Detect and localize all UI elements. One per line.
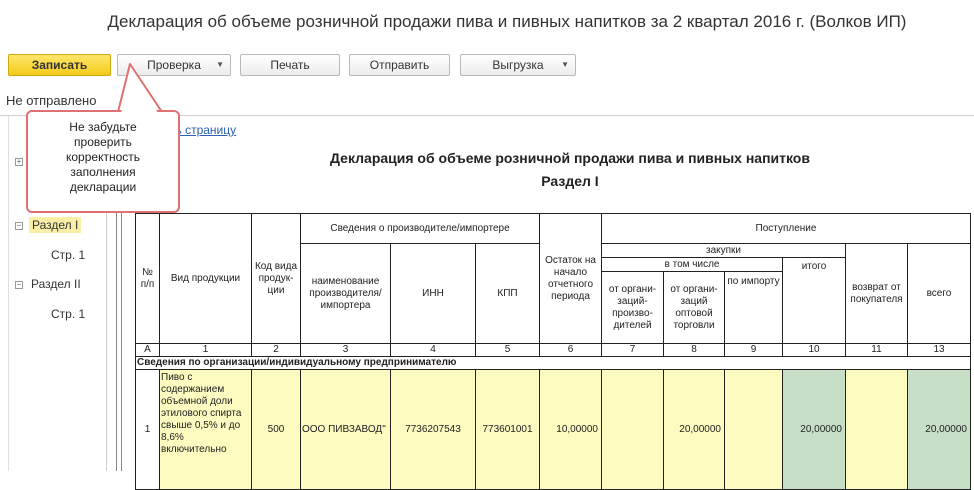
window-title: Декларация об объеме розничной продажи п… <box>107 12 907 31</box>
col-number: 1 <box>159 343 252 357</box>
header-return: возврат от покупателя <box>845 243 908 344</box>
header-total: итого <box>782 257 846 344</box>
save-button[interactable]: Записать <box>8 54 111 76</box>
tooltip-line: корректность <box>65 150 140 164</box>
col-number: А <box>135 343 160 357</box>
export-button-label: Выгрузка <box>492 58 544 72</box>
chevron-down-icon: ▼ <box>561 60 569 69</box>
status-label: Не отправлено <box>6 93 97 108</box>
tooltip-line: заполнения <box>70 165 136 179</box>
collapse-icon[interactable]: − <box>15 222 23 230</box>
tree-item-label: Раздел I <box>29 217 82 233</box>
cell-total: 20,00000 <box>782 369 846 490</box>
header-producer-group: Сведения о производителе/импортере <box>300 213 540 244</box>
chevron-down-icon: ▼ <box>216 60 224 69</box>
col-number: 8 <box>663 343 725 357</box>
header-balance: Остаток на начало отчетного периода <box>539 213 602 344</box>
header-from-producers: от органи- заций- произво- дителей <box>601 271 664 344</box>
margin-line <box>121 213 122 471</box>
tree-item-page-1[interactable]: Стр. 1 <box>51 307 85 321</box>
declaration-table: № п/п Вид продукции Код вида продук- ции… <box>135 213 971 490</box>
cell-producer[interactable]: ООО ПИВЗАВОД" <box>300 369 391 490</box>
cell-by-import[interactable] <box>724 369 783 490</box>
header-by-import: по импорту <box>724 271 783 344</box>
header-including: в том числе <box>601 257 783 272</box>
col-number: 11 <box>845 343 908 357</box>
tooltip-line: проверить <box>74 135 132 149</box>
col-number: 9 <box>724 343 783 357</box>
col-number: 4 <box>390 343 476 357</box>
tree-item-section-1[interactable]: Раздел I <box>29 217 82 233</box>
divider <box>8 116 9 471</box>
cell-num: 1 <box>135 369 160 490</box>
section-row: Сведения по организации/индивидуальному … <box>135 356 971 370</box>
header-purchases: закупки <box>601 243 846 258</box>
col-number: 5 <box>475 343 540 357</box>
cell-return[interactable] <box>845 369 908 490</box>
margin-line <box>116 213 117 471</box>
header-kpp: КПП <box>475 243 540 344</box>
tree-item-section-2[interactable]: Раздел II <box>31 277 81 291</box>
check-button[interactable]: Проверка ▼ <box>117 54 231 76</box>
hint-tooltip: Не забудьте проверить корректность запол… <box>26 110 180 213</box>
header-all: всего <box>907 243 971 344</box>
col-number: 3 <box>300 343 391 357</box>
col-number: 13 <box>907 343 971 357</box>
header-income: Поступление <box>601 213 971 244</box>
header-producer-name: наименование производителя/ импортера <box>300 243 391 344</box>
cell-inn[interactable]: 7736207543 <box>390 369 476 490</box>
header-from-wholesale: от органи- заций оптовой торговли <box>663 271 725 344</box>
document-title: Декларация об объеме розничной продажи п… <box>330 150 810 166</box>
cell-balance[interactable]: 10,00000 <box>539 369 602 490</box>
section-title: Раздел I <box>541 173 599 189</box>
expand-icon[interactable]: + <box>15 158 23 166</box>
header-inn: ИНН <box>390 243 476 344</box>
header-product: Вид продукции <box>159 213 252 344</box>
col-number: 10 <box>782 343 846 357</box>
send-button[interactable]: Отправить <box>349 54 450 76</box>
header-code: Код вида продук- ции <box>251 213 301 344</box>
tooltip-line: Не забудьте <box>69 120 137 134</box>
col-number: 6 <box>539 343 602 357</box>
collapse-icon[interactable]: − <box>15 281 23 289</box>
export-button[interactable]: Выгрузка ▼ <box>460 54 576 76</box>
col-number: 7 <box>601 343 664 357</box>
check-button-label: Проверка <box>147 58 201 72</box>
print-button[interactable]: Печать <box>240 54 340 76</box>
tree-item-page-1[interactable]: Стр. 1 <box>51 248 85 262</box>
cell-code[interactable]: 500 <box>251 369 301 490</box>
header-num: № п/п <box>135 213 160 344</box>
cell-kpp[interactable]: 773601001 <box>475 369 540 490</box>
table-row: 1 Пиво с содержанием объемной доли этило… <box>135 369 971 490</box>
cell-from-producers[interactable] <box>601 369 664 490</box>
cell-product[interactable]: Пиво с содержанием объемной доли этилово… <box>159 369 252 490</box>
tooltip-line: декларации <box>69 180 137 194</box>
cell-from-wholesale[interactable]: 20,00000 <box>663 369 725 490</box>
col-number: 2 <box>251 343 301 357</box>
cell-all: 20,00000 <box>907 369 971 490</box>
